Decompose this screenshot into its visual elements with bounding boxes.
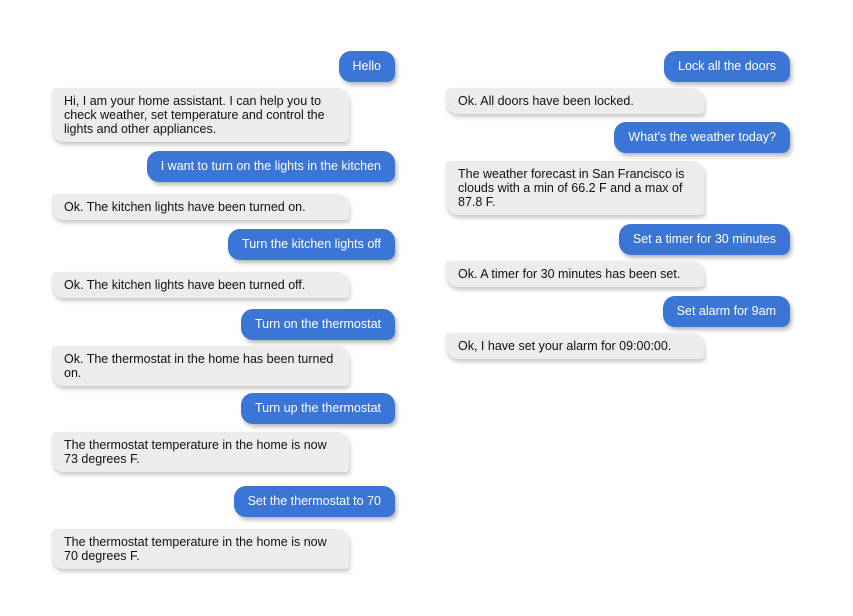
bot-message: The thermostat temperature in the home i… — [52, 529, 349, 569]
user-message: What's the weather today? — [614, 122, 790, 153]
bot-message: Ok, I have set your alarm for 09:00:00. — [446, 333, 704, 359]
bot-message: The weather forecast in San Francisco is… — [446, 161, 704, 215]
user-message: Set the thermostat to 70 — [233, 486, 395, 517]
user-message: Turn the kitchen lights off — [228, 229, 395, 260]
user-message: Turn up the thermostat — [241, 393, 395, 424]
bot-message: Ok. The kitchen lights have been turned … — [52, 272, 349, 298]
user-message: Turn on the thermostat — [241, 309, 395, 340]
bot-message: Ok. All doors have been locked. — [446, 88, 704, 114]
user-message: Set alarm for 9am — [662, 296, 790, 327]
bot-message: Ok. The thermostat in the home has been … — [52, 346, 349, 386]
bot-message: Ok. A timer for 30 minutes has been set. — [446, 261, 704, 287]
user-message: Hello — [338, 51, 395, 82]
bot-message: Hi, I am your home assistant. I can help… — [52, 88, 349, 142]
bot-message: The thermostat temperature in the home i… — [52, 432, 349, 472]
user-message: I want to turn on the lights in the kitc… — [146, 151, 395, 182]
user-message: Lock all the doors — [664, 51, 790, 82]
user-message: Set a timer for 30 minutes — [618, 224, 790, 255]
bot-message: Ok. The kitchen lights have been turned … — [52, 194, 349, 220]
